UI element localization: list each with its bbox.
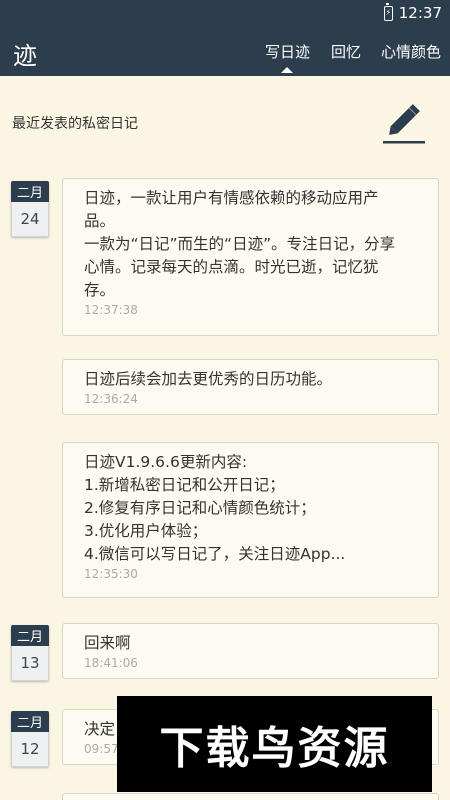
compose-button[interactable] [380,98,428,146]
date-day: 24 [11,202,49,237]
app-logo: 迹 [13,42,37,70]
date-day: 13 [11,646,49,681]
date-badge: 二月 13 [11,625,49,681]
diary-time: 12:36:24 [84,392,138,406]
active-tab-indicator [281,67,293,73]
diary-card[interactable]: 日迹V1.9.6.6更新内容: 1.新增私密日记和公开日记； 2.修复有序日记和… [62,442,439,598]
status-time: 12:37 [398,4,442,22]
diary-text: 日迹后续会加去更优秀的日历功能。 [84,370,333,388]
diary-time: 12:35:30 [84,567,138,581]
battery-icon: ⚡ [383,2,393,21]
date-badge: 二月 24 [11,181,49,237]
date-month: 二月 [11,181,49,202]
date-day: 12 [11,732,49,767]
diary-text: 回来啊 [84,634,131,652]
date-month: 二月 [11,625,49,646]
pen-icon [383,104,425,144]
diary-card[interactable] [62,793,439,800]
date-badge: 二月 12 [11,711,49,767]
diary-time: 12:37:38 [84,303,138,317]
watermark-banner: 下载鸟资源 [117,696,432,792]
diary-time: 18:41:06 [84,656,138,670]
diary-card[interactable]: 日迹，一款让用户有情感依赖的移动应用产 品。 一款为“日记”而生的“日迹”。专注… [62,178,439,336]
app-bar: 迹 写日迹 回忆 心情颜色 [0,26,450,76]
tab-mood-colors[interactable]: 心情颜色 [381,41,441,62]
status-bar: ⚡ 12:37 [0,0,450,26]
diary-text: 日迹，一款让用户有情感依赖的移动应用产 品。 一款为“日记”而生的“日迹”。专注… [84,189,396,299]
tab-write[interactable]: 写日迹 [265,41,310,62]
diary-card[interactable]: 回来啊 18:41:06 [62,623,439,679]
section-title: 最近发表的私密日记 [12,116,138,132]
diary-card[interactable]: 日迹后续会加去更优秀的日历功能。 12:36:24 [62,359,439,415]
date-month: 二月 [11,711,49,732]
tab-memories[interactable]: 回忆 [331,41,361,62]
diary-text: 日迹V1.9.6.6更新内容: 1.新增私密日记和公开日记； 2.修复有序日记和… [84,453,346,563]
